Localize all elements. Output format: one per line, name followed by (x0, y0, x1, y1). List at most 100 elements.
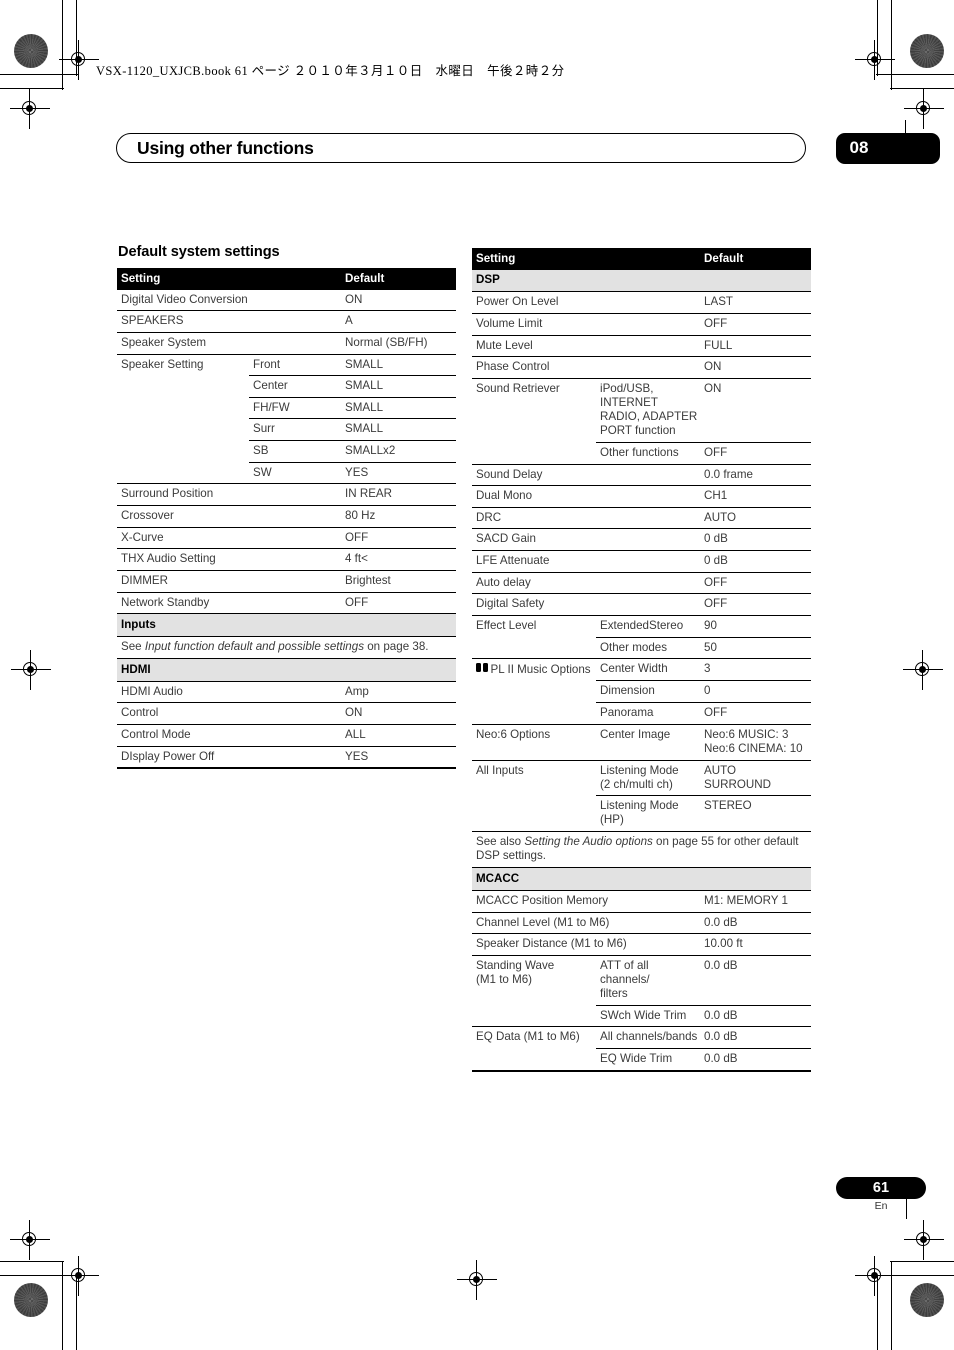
setting-name-cell: Crossover (117, 505, 342, 528)
setting-name-cell: PL II Music Options (472, 659, 596, 681)
page-number: 61 (872, 1180, 890, 1196)
setting-sub-name-cell: Listening Mode (HP) (596, 795, 701, 833)
table-row: Digital Safety OFF (472, 593, 812, 617)
table-section-band: MCACC (472, 867, 812, 891)
default-value-cell: OFF (341, 527, 457, 550)
table-row: Standing Wave (M1 to M6) ATT of all channe… (472, 955, 812, 1006)
crop-mark-line (890, 1261, 954, 1263)
table-row: Effect Level ExtendedStereo 90 (472, 615, 812, 638)
default-value-cell: OFF (700, 313, 812, 336)
table-row: LFE Attenuate 0 dB (472, 550, 812, 573)
registration-target-icon (903, 650, 943, 690)
setting-sub-name-cell: Other functions (596, 442, 701, 465)
setting-sub-name-cell: Dimension (596, 680, 701, 704)
setting-name-cell: Speaker System (117, 332, 342, 355)
column-header-default: Default (341, 268, 457, 290)
setting-name-cell (117, 376, 249, 398)
registration-target-icon (10, 1220, 50, 1260)
page-language-code: En (874, 1200, 888, 1212)
crop-mark-line (891, 0, 893, 90)
setting-name-cell: X-Curve (117, 527, 342, 550)
default-value-cell: M1: MEMORY 1 (700, 890, 812, 913)
default-value-cell: ALL (341, 724, 457, 747)
setting-name-cell: DRC (472, 507, 701, 530)
default-system-settings-table-left: Setting Default Digital Video Conversion… (117, 268, 457, 770)
setting-name-cell: Surround Position (117, 483, 342, 507)
halftone-circle-mark (14, 1283, 48, 1317)
column-header-setting: Setting (117, 268, 342, 290)
default-value-cell: 0.0 dB (700, 1005, 812, 1028)
setting-name-cell: Effect Level (476, 619, 537, 633)
table-row: Other modes 50 (472, 637, 812, 660)
default-value-cell: OFF (700, 702, 812, 725)
table-row: Dual Mono CH1 (472, 485, 812, 508)
setting-name-cell: Speaker Setting (121, 357, 204, 371)
setting-name-cell (117, 419, 249, 441)
crop-mark-line (76, 1275, 78, 1350)
default-value-cell: LAST (700, 291, 812, 314)
note-italic-reference: Input function default and possible sett… (144, 639, 365, 653)
table-row: Center SMALL (117, 375, 457, 398)
column-header-default: Default (700, 248, 812, 270)
default-value-cell: 3 (700, 658, 812, 682)
table-row: Network Standby OFF (117, 592, 457, 615)
crop-mark-line (905, 120, 907, 134)
setting-sub-name-cell: SB (249, 440, 342, 463)
table-row: Speaker System Normal (SB/FH) (117, 332, 457, 355)
default-value-cell: OFF (700, 442, 812, 465)
default-value-cell: 90 (700, 615, 812, 638)
setting-name-cell: EQ Data (M1 to M6) (476, 1030, 580, 1044)
setting-name-cell: Network Standby (117, 592, 342, 615)
table-row: Auto delay OFF (472, 572, 812, 595)
setting-sub-name-cell: ExtendedStereo (596, 615, 701, 638)
table-row: Neo:6 Options Center Image Neo:6 MUSIC: 3N… (472, 724, 812, 761)
setting-name-cell: SPEAKERS (117, 310, 342, 333)
table-row: THX Audio Setting 4 ft< (117, 548, 457, 571)
setting-sub-name-cell: Panorama (596, 702, 701, 725)
section-band-label: DSP (472, 269, 812, 293)
table-row: Sound Retriever iPod/USB, INTERNET RADIO,… (472, 378, 812, 443)
table-row: SW YES (117, 462, 457, 485)
setting-name-cell: HDMI Audio (117, 681, 342, 704)
setting-name-cell: DIsplay Power Off (117, 746, 342, 770)
setting-sub-name-cell: Center Image (596, 724, 701, 761)
default-value-cell: SMALLx2 (341, 440, 457, 463)
default-value-cell: 0 (700, 680, 812, 704)
setting-name-cell: Dual Mono (472, 485, 701, 508)
table-row: SB SMALLx2 (117, 440, 457, 463)
default-value-cell: 4 ft< (341, 548, 457, 571)
setting-sub-name-cell: SWch Wide Trim (596, 1005, 701, 1028)
setting-name-cell (117, 397, 249, 419)
crop-mark-line (876, 74, 954, 76)
default-value-cell: Neo:6 MUSIC: 3 Neo:6 CINEMA: 10 (700, 724, 812, 761)
default-value-cell: 80 Hz (341, 505, 457, 528)
registration-target-icon (10, 89, 50, 129)
default-value-cell: ON (341, 702, 457, 725)
table-row: Surr SMALL (117, 418, 457, 442)
table-row: DIMMER Brightest (117, 570, 457, 593)
default-value-cell: YES (341, 746, 457, 770)
page-title: Using other functions (137, 138, 314, 158)
table-row: Speaker Setting Front SMALL (117, 354, 457, 377)
registration-target-icon (457, 1260, 497, 1300)
setting-name-cell: Control (117, 702, 342, 725)
setting-sub-name-cell: Listening Mode (2 ch/multi ch) (596, 760, 701, 797)
setting-name-cell: SACD Gain (472, 528, 701, 552)
setting-name-cell (472, 442, 596, 465)
table-row: Listening Mode (HP) STEREO (472, 795, 812, 833)
setting-name-cell: Neo:6 Options (472, 724, 596, 761)
default-value-cell: OFF (700, 593, 812, 617)
table-section-band: Inputs (117, 613, 457, 637)
table-cross-reference-note: See also Setting the Audio options on pa… (472, 831, 812, 869)
setting-sub-name-cell: Front (249, 354, 342, 377)
table-row: Speaker Distance (M1 to M6) 10.00 ft (472, 933, 812, 956)
setting-name-cell: MCACC Position Memory (472, 890, 701, 913)
halftone-circle-mark (14, 34, 48, 68)
setting-name-cell (472, 795, 596, 833)
crop-mark-line (877, 1275, 879, 1350)
table-row: All Inputs Listening Mode (2 ch/multi ch) A… (472, 760, 812, 797)
section-heading: Default system settings (118, 244, 280, 260)
dolby-logo-icon (476, 662, 488, 676)
setting-sub-name-cell: Center (249, 375, 342, 398)
setting-sub-name-cell: SW (249, 462, 342, 485)
